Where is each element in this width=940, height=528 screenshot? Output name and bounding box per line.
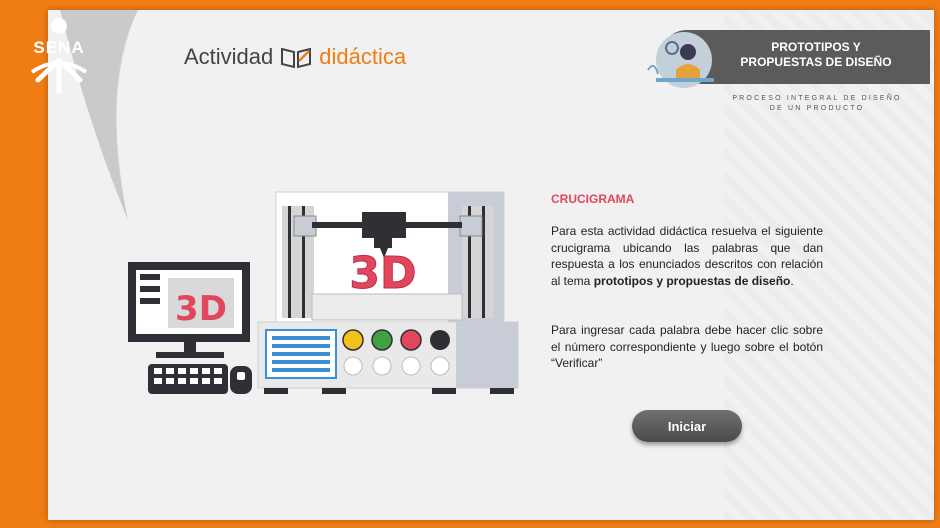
activity-brand: Actividad didáctica <box>184 44 406 70</box>
computer-monitor: 3D <box>128 262 250 358</box>
open-book-icon <box>281 47 312 69</box>
start-button[interactable]: Iniciar <box>632 410 742 442</box>
3d-printer-illustration: 3D 3D <box>128 191 519 394</box>
printer-3d-label: 3D <box>349 248 416 299</box>
keyboard-icon <box>148 364 228 394</box>
topic-title-line2: PROPUESTAS DE DISEÑO <box>740 55 892 69</box>
topic-subtitle-line1: PROCESO INTEGRAL DE DISEÑO <box>732 95 902 102</box>
topic-subtitle: PROCESO INTEGRAL DE DISEÑO DE UN PRODUCT… <box>714 94 920 114</box>
monitor-3d-label: 3D <box>175 289 227 329</box>
printer-frame: 3D <box>275 191 505 323</box>
designer-avatar-icon <box>647 32 714 88</box>
brand-activity-word: Actividad <box>184 44 274 69</box>
instructions-period: . <box>790 273 794 288</box>
instructions-topic: prototipos y propuestas de diseño <box>593 273 791 288</box>
activity-howto: Para ingresar cada palabra debe hacer cl… <box>551 323 823 370</box>
sena-logo-text: SENA <box>33 38 85 57</box>
activity-instructions: Para esta actividad didáctica resuelva e… <box>551 223 823 289</box>
activity-title: CRUCIGRAMA <box>551 192 635 206</box>
printer-control-base <box>257 321 519 394</box>
brand-didactic-word: didáctica <box>319 44 407 69</box>
topic-title-line1: PROTOTIPOS Y <box>771 40 861 54</box>
topic-title: PROTOTIPOS Y PROPUESTAS DE DISEÑO <box>726 40 906 70</box>
topic-subtitle-line2: DE UN PRODUCTO <box>769 105 865 112</box>
